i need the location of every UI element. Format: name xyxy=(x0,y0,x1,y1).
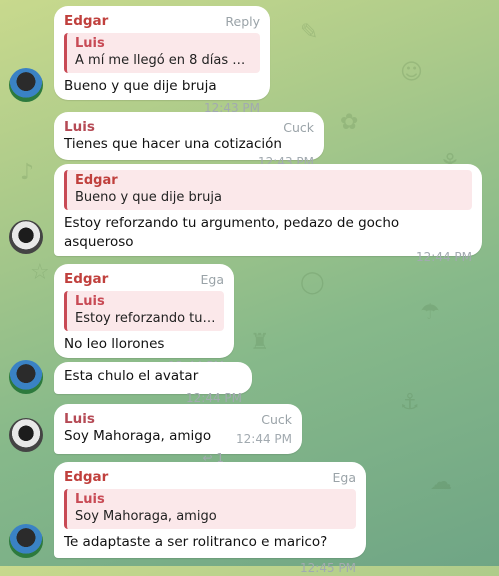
message-text: Estoy reforzando tu argumento, pedazo de… xyxy=(64,215,400,250)
message-bubble[interactable]: Luis Cuck Soy Mahoraga, amigo 12:44 PM ↩… xyxy=(54,404,302,465)
admin-tag: Cuck xyxy=(283,120,314,135)
doodle-icon: ☁ xyxy=(430,470,452,495)
message-bubble[interactable]: Esta chulo el avatar 12:44 PM xyxy=(54,362,252,405)
message-bubble[interactable]: Luis Cuck Tienes que hacer una cotizació… xyxy=(54,112,324,169)
doodle-icon: ☺ xyxy=(400,60,423,85)
admin-tag: Reply xyxy=(225,14,260,29)
message-text-row: Soy Mahoraga, amigo 12:44 PM ↩ 1 xyxy=(64,427,292,465)
message-bubble[interactable]: Edgar Ega Luis Soy Mahoraga, amigo Te ad… xyxy=(54,462,366,575)
message-text-row: Estoy reforzando tu argumento, pedazo de… xyxy=(64,214,472,265)
message-text: Esta chulo el avatar xyxy=(64,368,199,384)
reply-quote[interactable]: Luis A mí me llegó en 8 días conti... xyxy=(64,33,260,73)
avatar[interactable] xyxy=(9,524,43,558)
reply-quote-name: Luis xyxy=(75,492,105,507)
message-text: Tienes que hacer una cotización xyxy=(64,136,282,152)
message-bubble[interactable]: Edgar Ega Luis Estoy reforzando tu ar...… xyxy=(54,264,234,373)
message-text-row: Esta chulo el avatar 12:44 PM xyxy=(64,367,242,406)
reply-quote-name: Edgar xyxy=(75,173,118,188)
admin-tag: Cuck xyxy=(261,412,292,427)
reply-quote-name: Luis xyxy=(75,294,105,309)
doodle-icon: ⚓ xyxy=(400,390,420,415)
message-text: Bueno y que dije bruja xyxy=(64,78,217,94)
reply-quote[interactable]: Luis Estoy reforzando tu ar... xyxy=(64,291,224,331)
message-bubble[interactable]: Edgar Reply Luis A mí me llegó en 8 días… xyxy=(54,6,270,115)
reply-quote[interactable]: Edgar Bueno y que dije bruja xyxy=(64,170,472,210)
sender-name[interactable]: Luis xyxy=(64,410,292,428)
avatar[interactable] xyxy=(9,68,43,102)
message-time: 12:44 PM xyxy=(416,250,472,264)
reply-quote-name: Luis xyxy=(75,36,105,51)
message-text-row: Tienes que hacer una cotización 12:43 PM xyxy=(64,135,314,169)
message-bubble[interactable]: Edgar Bueno y que dije bruja Estoy refor… xyxy=(54,164,482,264)
avatar[interactable] xyxy=(9,360,43,394)
message-time: 12:45 PM xyxy=(300,561,356,575)
doodle-icon: ◯ xyxy=(300,270,325,295)
doodle-icon: ☆ xyxy=(30,260,50,285)
reply-quote[interactable]: Luis Soy Mahoraga, amigo xyxy=(64,489,356,529)
message-text: No leo llorones xyxy=(64,336,165,352)
avatar[interactable] xyxy=(9,418,43,452)
reply-quote-text: A mí me llegó en 8 días conti... xyxy=(75,53,252,68)
message-text: Soy Mahoraga, amigo xyxy=(64,428,212,444)
doodle-icon: ☂ xyxy=(420,300,440,325)
doodle-icon: ♪ xyxy=(20,160,35,185)
message-time: 12:44 PM xyxy=(236,432,292,446)
message-text: Te adaptaste a ser rolitranco e marico? xyxy=(64,534,328,550)
reply-quote-text: Bueno y que dije bruja xyxy=(75,190,222,205)
doodle-icon: ♜ xyxy=(250,330,270,355)
avatar[interactable] xyxy=(9,220,43,254)
doodle-icon: ✿ xyxy=(340,110,359,135)
message-text-row: Te adaptaste a ser rolitranco e marico? … xyxy=(64,533,356,576)
admin-tag: Ega xyxy=(200,272,225,287)
admin-tag: Ega xyxy=(332,470,357,485)
reply-quote-text: Estoy reforzando tu ar... xyxy=(75,311,216,326)
doodle-icon: ✎ xyxy=(300,20,319,45)
message-text-row: Bueno y que dije bruja 12:43 PM xyxy=(64,77,260,116)
reply-quote-text: Soy Mahoraga, amigo xyxy=(75,509,217,524)
sender-name[interactable]: Edgar xyxy=(64,468,356,486)
sender-name[interactable]: Luis xyxy=(64,118,314,136)
